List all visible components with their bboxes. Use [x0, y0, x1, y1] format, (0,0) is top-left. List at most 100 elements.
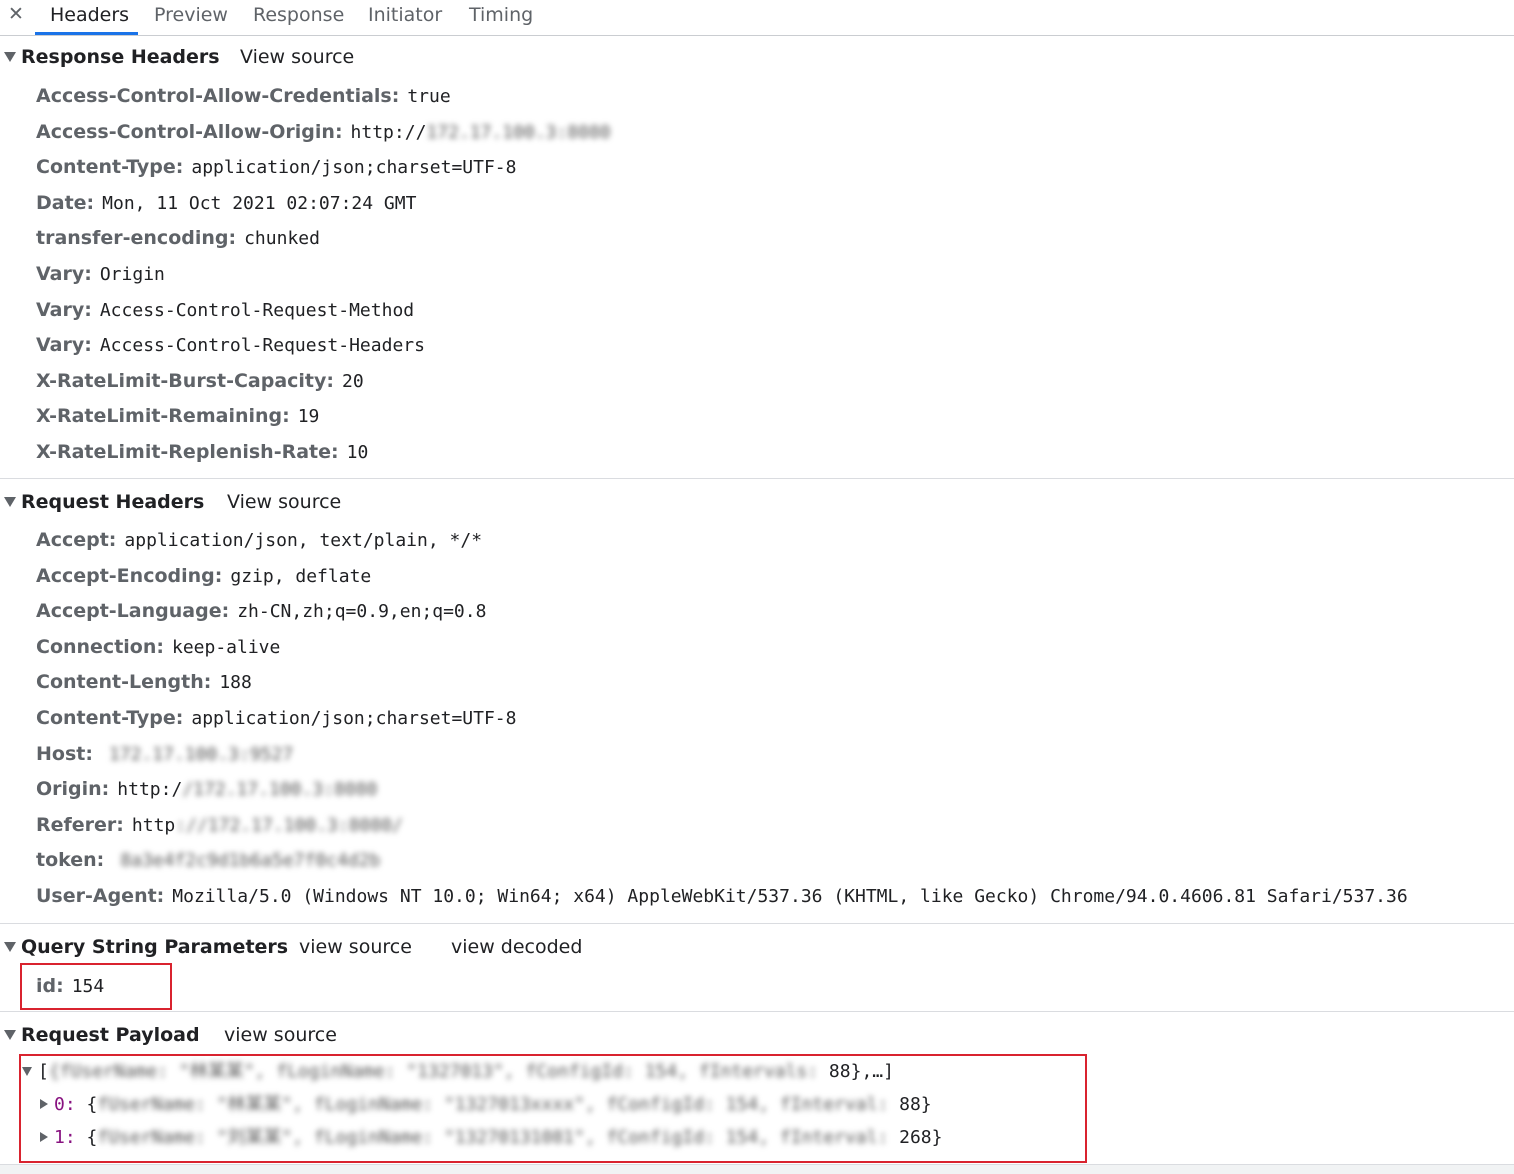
- section-title: Request Payload: [21, 1024, 200, 1046]
- payload-index: 1:: [54, 1127, 76, 1148]
- header-name: Vary:: [36, 298, 92, 321]
- header-name: Access-Control-Allow-Origin:: [36, 120, 343, 143]
- header-row: Connection: keep-alive: [36, 633, 280, 661]
- collapse-triangle-icon[interactable]: [4, 497, 16, 507]
- payload-redacted: fUserName: "林某某", fLoginName: "1327013xx…: [97, 1094, 900, 1115]
- header-name: X-RateLimit-Remaining:: [36, 405, 290, 428]
- section-title: Query String Parameters: [21, 936, 289, 958]
- header-value-redacted: 172.17.100.3:9527: [108, 743, 294, 765]
- tab-preview[interactable]: Preview: [154, 3, 228, 31]
- header-value: 10: [346, 442, 369, 463]
- view-source-link[interactable]: View source: [240, 43, 354, 71]
- header-name: Content-Type:: [36, 707, 184, 729]
- tab-response[interactable]: Response: [253, 3, 344, 31]
- header-value: true: [407, 86, 451, 107]
- header-name: Vary:: [36, 334, 92, 357]
- close-icon[interactable]: ✕: [6, 2, 26, 26]
- active-tab-indicator: [35, 32, 138, 35]
- header-row: Vary: Origin: [36, 260, 165, 288]
- header-value: application/json;charset=UTF-8: [191, 708, 517, 729]
- section-divider: [0, 1011, 1514, 1012]
- section-divider: [0, 478, 1514, 479]
- tab-headers[interactable]: Headers: [50, 3, 129, 31]
- header-value-redacted: 8a3e4f2c9d1b6a5e7f0c4d2b: [120, 850, 381, 872]
- payload-root-redacted: {fUserName: "林某某", fLoginName: "1327013"…: [48, 1061, 819, 1082]
- payload-item[interactable]: 0: {fUserName: "林某某", fLoginName: "13270…: [54, 1091, 932, 1119]
- header-name: User-Agent:: [36, 885, 165, 907]
- header-value: 188: [219, 672, 252, 694]
- header-value: Origin: [99, 264, 165, 285]
- header-value: http://: [350, 121, 427, 143]
- header-row: Content-Type: application/json;charset=UT…: [36, 153, 516, 181]
- payload-redacted: fUserName: "刘某某", fLoginName: "132701310…: [97, 1127, 889, 1148]
- header-name: Content-Type:: [36, 156, 184, 179]
- header-name: Accept:: [36, 529, 117, 551]
- param-name: id:: [36, 975, 64, 997]
- view-source-link[interactable]: view source: [299, 933, 412, 961]
- view-decoded-link[interactable]: view decoded: [451, 933, 582, 961]
- header-value: 19: [297, 406, 320, 428]
- request-payload-header[interactable]: Request Payload view source: [0, 1021, 1514, 1049]
- payload-root[interactable]: [{fUserName: "林某某", fLoginName: "1327013…: [38, 1058, 894, 1086]
- header-row: transfer-encoding: chunked: [36, 224, 320, 252]
- header-row: Accept-Language: zh-CN,zh;q=0.9,en;q=0.8: [36, 597, 486, 625]
- collapse-triangle-icon[interactable]: [4, 942, 16, 952]
- header-value: zh-CN,zh;q=0.9,en;q=0.8: [237, 601, 487, 623]
- header-row: Accept: application/json, text/plain, */*: [36, 526, 482, 554]
- header-row: Vary: Access-Control-Request-Headers: [36, 331, 425, 359]
- response-headers-header[interactable]: Response Headers View source: [0, 43, 1514, 71]
- payload-close: 88}: [899, 1094, 932, 1115]
- header-value: keep-alive: [171, 636, 281, 658]
- header-row: Host: 172.17.100.3:9527: [36, 740, 293, 768]
- expand-triangle-icon[interactable]: [40, 1099, 48, 1109]
- header-name: Referer:: [36, 813, 124, 836]
- header-value-redacted: ://172.17.100.3:8080/: [175, 814, 403, 836]
- view-source-link[interactable]: view source: [224, 1021, 337, 1049]
- header-value-redacted: 172.17.100.3:8080: [426, 121, 611, 143]
- header-name: Accept-Encoding:: [36, 564, 223, 587]
- header-row: User-Agent: Mozilla/5.0 (Windows NT 10.0;…: [36, 882, 1408, 910]
- header-row: Origin: http://172.17.100.3:8080: [36, 775, 377, 803]
- header-value: Mon, 11 Oct 2021 02:07:24 GMT: [102, 192, 417, 214]
- payload-item[interactable]: 1: {fUserName: "刘某某", fLoginName: "13270…: [54, 1124, 942, 1152]
- header-value: application/json;charset=UTF-8: [191, 157, 517, 179]
- header-row: Date: Mon, 11 Oct 2021 02:07:24 GMT: [36, 189, 416, 217]
- tab-timing[interactable]: Timing: [469, 3, 533, 31]
- tab-initiator[interactable]: Initiator: [368, 3, 442, 31]
- header-value: Access-Control-Request-Method: [99, 299, 415, 321]
- param-value: 154: [71, 976, 105, 997]
- header-value: Access-Control-Request-Headers: [99, 335, 425, 357]
- header-row: Accept-Encoding: gzip, deflate: [36, 562, 371, 590]
- collapse-triangle-icon[interactable]: [4, 52, 16, 62]
- section-title: Request Headers: [21, 491, 205, 513]
- header-value: gzip, deflate: [230, 565, 372, 587]
- tab-bar: ✕ Headers Preview Response Initiator Tim…: [0, 0, 1514, 36]
- header-value: 20: [342, 370, 364, 392]
- request-headers-header[interactable]: Request Headers View source: [0, 488, 1514, 516]
- header-name: Content-Length:: [36, 671, 212, 694]
- header-value: chunked: [244, 228, 320, 250]
- header-row: Access-Control-Allow-Credentials: true: [36, 82, 451, 110]
- expand-triangle-icon[interactable]: [40, 1132, 48, 1142]
- header-name: Vary:: [36, 263, 92, 285]
- header-row: token: 8a3e4f2c9d1b6a5e7f0c4d2b: [36, 846, 380, 874]
- view-source-link[interactable]: View source: [227, 488, 341, 516]
- payload-root-prefix: [: [38, 1061, 49, 1082]
- header-row: Vary: Access-Control-Request-Method: [36, 296, 414, 324]
- header-value: http: [131, 814, 176, 836]
- header-name: Host:: [36, 742, 93, 765]
- header-row: Referer: http://172.17.100.3:8080/: [36, 811, 403, 839]
- payload-open: {: [75, 1127, 98, 1148]
- payload-open: {: [75, 1094, 98, 1115]
- collapse-triangle-icon[interactable]: [4, 1030, 16, 1040]
- header-value: application/json, text/plain, */*: [124, 530, 483, 551]
- query-param-row: id: 154: [36, 972, 104, 1000]
- payload-close: 268}: [888, 1127, 943, 1148]
- header-row: Content-Length: 188: [36, 668, 252, 696]
- query-params-header[interactable]: Query String Parameters view source view…: [0, 933, 1514, 961]
- header-name: X-RateLimit-Burst-Capacity:: [36, 369, 334, 392]
- header-row: Access-Control-Allow-Origin: http://172.1…: [36, 118, 611, 146]
- expand-triangle-icon[interactable]: [22, 1067, 32, 1076]
- header-name: X-RateLimit-Replenish-Rate:: [36, 441, 339, 463]
- section-title: Response Headers: [21, 46, 220, 68]
